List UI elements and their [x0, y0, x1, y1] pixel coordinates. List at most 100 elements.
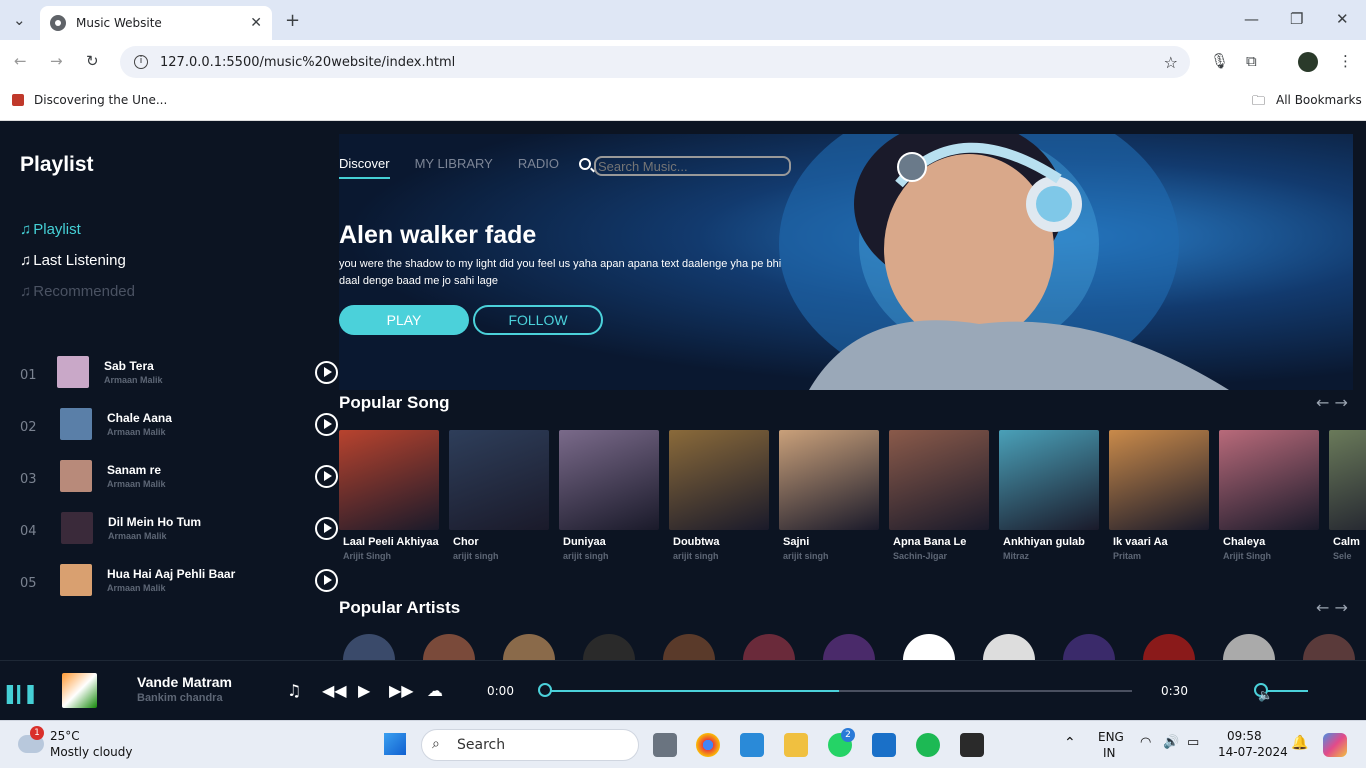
playlist-row[interactable]: 05 Hua Hai Aaj Pehli Baar Armaan Malik [0, 564, 338, 604]
nav-radio[interactable]: RADIO [518, 156, 559, 179]
song-card[interactable]: Chaleya Arijit Singh [1219, 430, 1319, 561]
playlist-row[interactable]: 03 Sanam re Armaan Malik [0, 460, 338, 500]
artist-avatar[interactable] [423, 634, 475, 660]
bookmark-item[interactable]: Discovering the Une... [34, 93, 167, 107]
language-bottom[interactable]: IN [1103, 746, 1116, 760]
play-circle-icon[interactable] [315, 569, 338, 592]
sidebar: Playlist ♫ Playlist ♫ Last Listening ♫ Recomm… [0, 121, 338, 660]
profile-avatar[interactable] [1298, 52, 1318, 72]
vscode-icon[interactable] [740, 733, 764, 757]
artist-avatar[interactable] [1303, 634, 1355, 660]
download-icon[interactable]: ☁ [427, 681, 443, 700]
play-circle-icon[interactable] [315, 413, 338, 436]
speaker-icon[interactable]: 🔊 [1163, 735, 1179, 750]
play-circle-icon[interactable] [315, 361, 338, 384]
play-button[interactable]: PLAY [339, 305, 469, 335]
arrow-left-icon[interactable]: ← [1316, 393, 1329, 412]
progress-bar[interactable] [545, 690, 1132, 692]
follow-button[interactable]: FOLLOW [473, 305, 603, 335]
sidebar-menu-item[interactable]: ♫ Playlist [20, 221, 81, 238]
battery-icon[interactable]: ▭ [1187, 735, 1199, 750]
artist-avatar[interactable] [983, 634, 1035, 660]
url-field[interactable]: i 127.0.0.1:5500/music%20website/index.h… [120, 46, 1190, 78]
artist-avatar[interactable] [743, 634, 795, 660]
extensions-icon[interactable]: ⧉ [1246, 52, 1257, 70]
song-card[interactable]: Doubtwa arijit singh [669, 430, 769, 561]
artist-avatar[interactable] [583, 634, 635, 660]
site-info-icon[interactable]: i [134, 55, 148, 69]
search-icon [579, 158, 591, 170]
artist-avatar[interactable] [823, 634, 875, 660]
nav-discover[interactable]: Discover [339, 156, 390, 179]
taskbar-search[interactable]: ⌕ Search [421, 729, 639, 761]
music-note-icon[interactable]: ♫ [287, 681, 301, 700]
restore-icon[interactable]: ❐ [1290, 10, 1303, 28]
copilot-icon[interactable] [1323, 733, 1347, 757]
play-circle-icon[interactable] [315, 517, 338, 540]
notification-bell-icon[interactable]: 🔔 [1291, 735, 1308, 751]
artist-avatar[interactable] [663, 634, 715, 660]
browser-tab[interactable]: Music Website ✕ [40, 6, 272, 40]
play-circle-icon[interactable] [315, 465, 338, 488]
playlist-row[interactable]: 02 Chale Aana Armaan Malik [0, 408, 338, 448]
artist-avatar[interactable] [903, 634, 955, 660]
chevron-up-icon[interactable]: ⌃ [1064, 735, 1076, 751]
song-card[interactable]: Apna Bana Le Sachin-Jigar [889, 430, 989, 561]
sidebar-menu-item[interactable]: ♫ Recommended [20, 283, 135, 300]
file-explorer-icon[interactable] [784, 733, 808, 757]
song-card[interactable]: Duniyaa arijit singh [559, 430, 659, 561]
clock-date[interactable]: 14-07-2024 [1218, 745, 1288, 759]
task-view-icon[interactable] [653, 733, 677, 757]
close-tab-icon[interactable]: ✕ [250, 15, 262, 31]
user-avatar[interactable] [897, 152, 927, 182]
artist-avatar[interactable] [1063, 634, 1115, 660]
language-top[interactable]: ENG [1098, 730, 1124, 744]
all-bookmarks-button[interactable]: All Bookmarks [1276, 93, 1362, 107]
song-card-title: Ik vaari Aa [1113, 536, 1168, 548]
search-input[interactable] [594, 156, 791, 176]
song-card[interactable]: Laal Peeli Akhiyaan Arijit Singh [339, 430, 439, 561]
new-tab-icon[interactable]: + [285, 10, 300, 31]
terminal-icon[interactable] [960, 733, 984, 757]
back-icon[interactable]: ← [14, 52, 27, 70]
tab-list-icon[interactable]: ⌄ [13, 11, 26, 29]
forward-icon[interactable]: → [50, 52, 63, 70]
song-card[interactable]: Sajni arijit singh [779, 430, 879, 561]
artist-avatar[interactable] [1223, 634, 1275, 660]
wifi-icon[interactable]: ◠ [1140, 735, 1151, 750]
mail-icon[interactable] [872, 733, 896, 757]
progress-knob[interactable] [538, 683, 552, 697]
fast-forward-icon[interactable]: ▶▶ [389, 681, 414, 700]
song-card[interactable]: Ik vaari Aa Pritam [1109, 430, 1209, 561]
song-card[interactable]: Ankhiyan gulab Mitraz [999, 430, 1099, 561]
playlist-row[interactable]: 04 Dil Mein Ho Tum Armaan Malik [0, 512, 338, 552]
reload-icon[interactable]: ↻ [86, 52, 99, 70]
clock-time[interactable]: 09:58 [1227, 729, 1262, 743]
arrow-right-icon[interactable]: → [1335, 393, 1348, 412]
play-icon[interactable]: ▶ [358, 681, 370, 700]
menu-icon[interactable]: ⋮ [1338, 52, 1353, 70]
bookmark-star-icon[interactable]: ☆ [1164, 53, 1178, 72]
artist-avatar[interactable] [1143, 634, 1195, 660]
minimize-icon[interactable]: — [1244, 10, 1259, 28]
arrow-left-icon[interactable]: ← [1316, 598, 1329, 617]
chrome-icon[interactable] [696, 733, 720, 757]
microphone-icon[interactable]: 🎙 [1210, 52, 1229, 70]
sidebar-menu-item[interactable]: ♫ Last Listening [20, 252, 126, 269]
song-card[interactable]: Calm Sele [1329, 430, 1366, 561]
popular-artists-heading: Popular Artists [339, 598, 461, 617]
duration: 0:30 [1161, 684, 1188, 698]
arrow-right-icon[interactable]: → [1335, 598, 1348, 617]
nav-my-library[interactable]: MY LIBRARY [415, 156, 493, 179]
volume-icon[interactable]: 🔈 [1258, 688, 1273, 702]
spotify-icon[interactable] [916, 733, 940, 757]
playlist-row[interactable]: 01 Sab Tera Armaan Malik [0, 356, 338, 396]
weather-desc[interactable]: Mostly cloudy [50, 745, 133, 759]
weather-temp[interactable]: 25°C [50, 729, 80, 743]
song-card[interactable]: Chor arijit singh [449, 430, 549, 561]
artist-avatar[interactable] [343, 634, 395, 660]
rewind-icon[interactable]: ◀◀ [322, 681, 347, 700]
close-window-icon[interactable]: ✕ [1336, 10, 1349, 28]
start-icon[interactable] [384, 733, 406, 755]
artist-avatar[interactable] [503, 634, 555, 660]
